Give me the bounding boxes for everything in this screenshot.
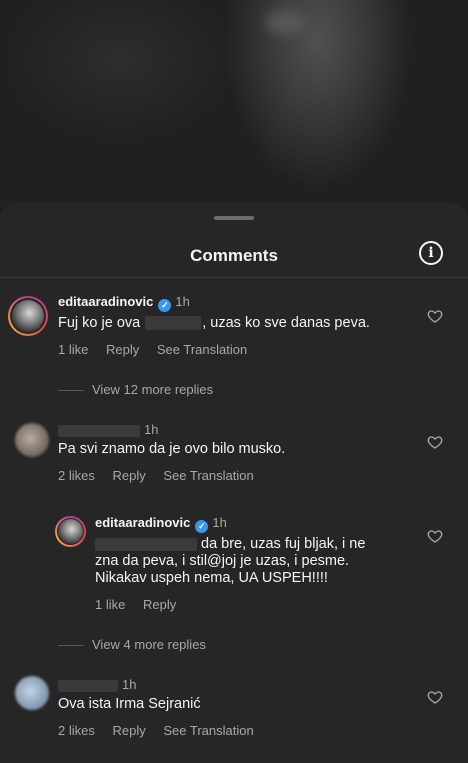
timestamp: 1h — [144, 422, 159, 437]
comment-header: editaaradinovic ✓ 1h — [58, 294, 190, 312]
comment-header: 1h — [58, 677, 136, 692]
view-more-replies[interactable]: View 4 more replies — [58, 637, 206, 652]
heart-icon[interactable] — [427, 434, 443, 450]
reply-header: editaaradinovic ✓ 1h — [95, 515, 227, 533]
background-shade — [0, 0, 468, 215]
reply-button[interactable]: Reply — [112, 468, 145, 483]
see-translation-button[interactable]: See Translation — [163, 723, 253, 738]
verified-badge-icon: ✓ — [158, 299, 172, 312]
avatar[interactable] — [8, 296, 48, 336]
avatar[interactable] — [15, 423, 49, 457]
username[interactable]: editaaradinovic — [58, 294, 153, 309]
timestamp: 1h — [212, 515, 227, 530]
comment-actions: 2 likes Reply See Translation — [58, 723, 268, 738]
reply-button[interactable]: Reply — [143, 597, 176, 612]
reply-button[interactable]: Reply — [112, 723, 145, 738]
heart-icon[interactable] — [427, 308, 443, 324]
heart-icon[interactable] — [427, 689, 443, 705]
comment-header: 1h — [58, 422, 158, 437]
background-photo — [0, 0, 468, 215]
comment-actions: 2 likes Reply See Translation — [58, 468, 268, 483]
sheet-title: Comments — [190, 246, 278, 265]
reply-button[interactable]: Reply — [106, 342, 139, 357]
comment-text: Fuj ko je ova , uzas ko sve danas peva. — [58, 315, 370, 331]
comment-text: Ova ista Irma Sejranić — [58, 696, 201, 712]
likes-count[interactable]: 1 like — [58, 342, 88, 357]
timestamp: 1h — [122, 677, 137, 692]
timestamp: 1h — [175, 294, 190, 309]
comment-text: Pa svi znamo da je ovo bilo musko. — [58, 441, 286, 457]
info-icon[interactable]: i — [419, 241, 443, 265]
view-more-replies[interactable]: View 12 more replies — [58, 382, 213, 397]
likes-count[interactable]: 2 likes — [58, 723, 95, 738]
likes-count[interactable]: 1 like — [95, 597, 125, 612]
comment-actions: 1 like Reply See Translation — [58, 342, 261, 357]
likes-count[interactable]: 2 likes — [58, 468, 95, 483]
verified-badge-icon: ✓ — [195, 520, 209, 533]
redacted-name — [145, 316, 202, 331]
avatar-photo — [58, 519, 83, 544]
redacted-username — [58, 424, 140, 437]
see-translation-button[interactable]: See Translation — [157, 342, 247, 357]
heart-icon[interactable] — [427, 528, 443, 544]
drag-handle[interactable] — [214, 216, 254, 220]
avatar-photo — [12, 300, 44, 332]
avatar[interactable] — [15, 676, 49, 710]
username[interactable]: editaaradinovic — [95, 515, 190, 530]
reply-text: da bre, uzas fuj bljak, i ne zna da peva… — [95, 536, 366, 586]
header-divider — [0, 277, 468, 278]
redacted-username — [58, 679, 118, 692]
avatar[interactable] — [55, 516, 86, 547]
reply-actions: 1 like Reply — [95, 597, 190, 612]
see-translation-button[interactable]: See Translation — [163, 468, 253, 483]
redacted-mention — [95, 537, 197, 551]
